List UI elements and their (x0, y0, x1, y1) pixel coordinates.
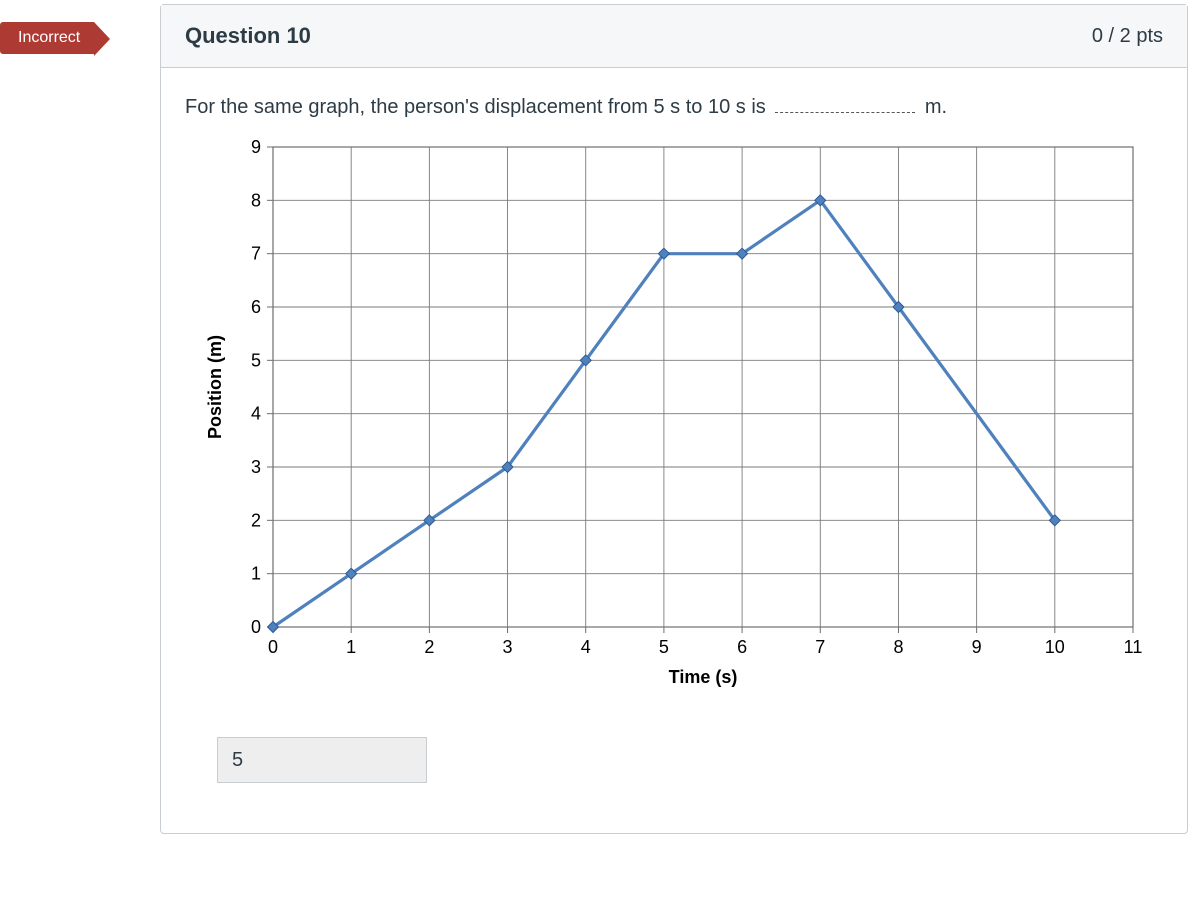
svg-text:8: 8 (251, 190, 261, 210)
svg-text:4: 4 (251, 404, 261, 424)
svg-text:Time (s): Time (s) (669, 667, 738, 687)
position-time-chart: 0 1 2 3 4 5 6 7 8 9 10 11 0 1 2 3 4 5 6 7 8 9 Time (s) Position… (193, 137, 1153, 697)
question-header: Question 10 0 / 2 pts (161, 5, 1187, 68)
svg-text:9: 9 (251, 137, 261, 157)
svg-text:2: 2 (251, 510, 261, 530)
svg-text:7: 7 (251, 244, 261, 264)
svg-text:6: 6 (251, 297, 261, 317)
question-prompt: For the same graph, the person's displac… (185, 96, 1163, 119)
svg-text:8: 8 (893, 637, 903, 657)
svg-text:3: 3 (251, 457, 261, 477)
question-title: Question 10 (185, 23, 311, 49)
question-body: For the same graph, the person's displac… (161, 68, 1187, 833)
svg-text:1: 1 (251, 564, 261, 584)
prompt-blank (775, 112, 915, 113)
page: Incorrect Question 10 0 / 2 pts For the … (0, 0, 1200, 924)
chart: 0 1 2 3 4 5 6 7 8 9 10 11 0 1 2 3 4 5 6 7 8 9 Time (s) Position… (193, 137, 1153, 697)
status-badge-incorrect: Incorrect (0, 22, 94, 54)
question-points: 0 / 2 pts (1092, 25, 1163, 48)
svg-text:0: 0 (251, 617, 261, 637)
svg-text:2: 2 (424, 637, 434, 657)
status-badge-text: Incorrect (18, 29, 80, 46)
svg-text:4: 4 (581, 637, 591, 657)
svg-text:3: 3 (503, 637, 513, 657)
svg-text:5: 5 (251, 350, 261, 370)
svg-text:11: 11 (1124, 637, 1143, 657)
prompt-post: m. (919, 96, 947, 118)
svg-text:9: 9 (972, 637, 982, 657)
svg-text:5: 5 (659, 637, 669, 657)
answer-value: 5 (232, 749, 243, 772)
svg-text:Position (m): Position (m) (205, 335, 225, 439)
svg-text:10: 10 (1045, 637, 1065, 657)
svg-text:7: 7 (815, 637, 825, 657)
svg-text:6: 6 (737, 637, 747, 657)
answer-input[interactable]: 5 (217, 737, 427, 783)
svg-text:1: 1 (346, 637, 356, 657)
svg-text:0: 0 (268, 637, 278, 657)
prompt-pre: For the same graph, the person's displac… (185, 96, 771, 118)
question-card: Question 10 0 / 2 pts For the same graph… (160, 4, 1188, 834)
